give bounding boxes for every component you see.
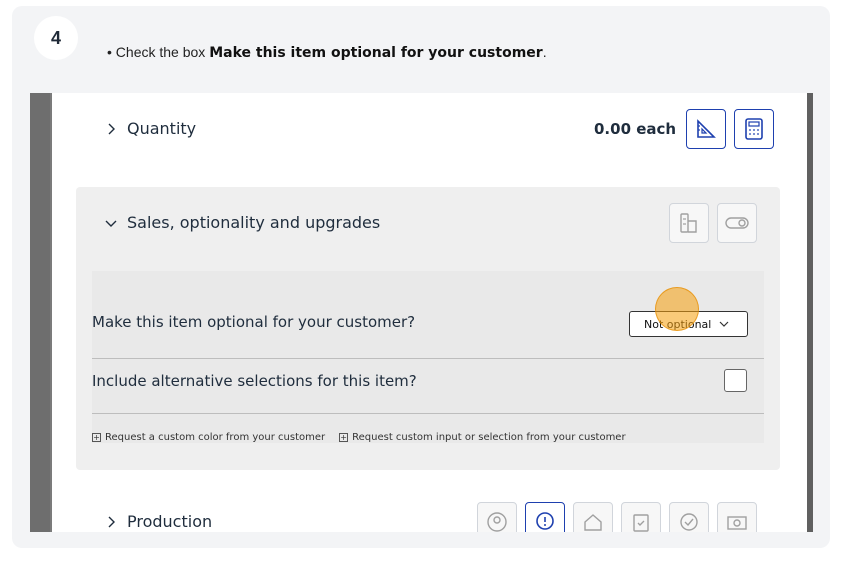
palette-swatch-icon [680,213,697,233]
app-screenshot: Quantity 0.00 each Sales, optionality an… [30,93,813,532]
optional-select-value: Not optional [644,317,712,331]
clipboard-check-icon [633,514,649,532]
cash-icon [727,516,747,530]
alternatives-checkbox[interactable] [724,369,747,392]
custom-color-link-label: Request a custom color from your custome… [105,432,326,443]
background-left [30,93,50,532]
custom-input-link[interactable]: + Request custom input or selection from… [339,432,626,443]
step-instruction: • Check the box Make this item optional … [107,44,547,61]
ruler-triangle-icon [697,119,716,138]
toggle-icon [725,217,749,229]
sales-section: Sales, optionality and upgrades Make thi… [76,187,780,470]
message-alert-icon [536,512,554,530]
person-icon [487,512,507,532]
toggle-button[interactable] [717,203,757,243]
custom-request-links: + Request a custom color from your custo… [92,432,626,443]
production-person-button[interactable] [477,502,517,532]
plus-box-icon: + [339,433,349,442]
swatch-button[interactable] [669,203,709,243]
divider [92,358,764,359]
optional-select[interactable]: Not optional [629,311,748,337]
chevron-down-icon [719,321,729,327]
alternatives-question-label: Include alternative selections for this … [92,372,417,390]
chevron-right-icon [108,516,115,527]
custom-color-link[interactable]: + Request a custom color from your custo… [92,432,325,443]
production-cash-button[interactable] [717,502,757,532]
step-number-badge: 4 [34,16,78,60]
item-editor-panel: Quantity 0.00 each Sales, optionality an… [52,93,807,532]
production-label: Production [127,512,213,531]
quantity-row-toggle[interactable]: Quantity [105,119,196,138]
calculator-icon [745,118,763,140]
plus-box-icon: + [92,433,101,442]
custom-input-link-label: Request custom input or selection from y… [352,432,626,443]
production-check-button[interactable] [669,502,709,532]
quantity-label: Quantity [127,119,197,138]
optionality-block [92,271,764,443]
calculator-button[interactable] [734,109,774,149]
chevron-right-icon [108,123,115,134]
instruction-suffix: . [542,44,547,60]
production-home-button[interactable] [573,502,613,532]
instruction-bold: Make this item optional for your custome… [209,45,543,61]
production-row-toggle[interactable]: Production [105,512,212,531]
production-clipboard-button[interactable] [621,502,661,532]
sales-section-toggle[interactable]: Sales, optionality and upgrades [105,213,380,232]
tutorial-card: 4 • Check the box Make this item optiona… [12,6,830,548]
quantity-value: 0.00 each [594,120,677,138]
production-message-button[interactable] [525,502,565,532]
divider [92,413,764,414]
home-check-icon [584,514,602,531]
chevron-down-icon [105,220,117,227]
instruction-prefix: • Check the box [107,44,210,60]
measure-button[interactable] [686,109,726,149]
optional-question-label: Make this item optional for your custome… [92,313,416,331]
sales-section-label: Sales, optionality and upgrades [127,213,381,232]
circle-check-icon [680,513,698,531]
